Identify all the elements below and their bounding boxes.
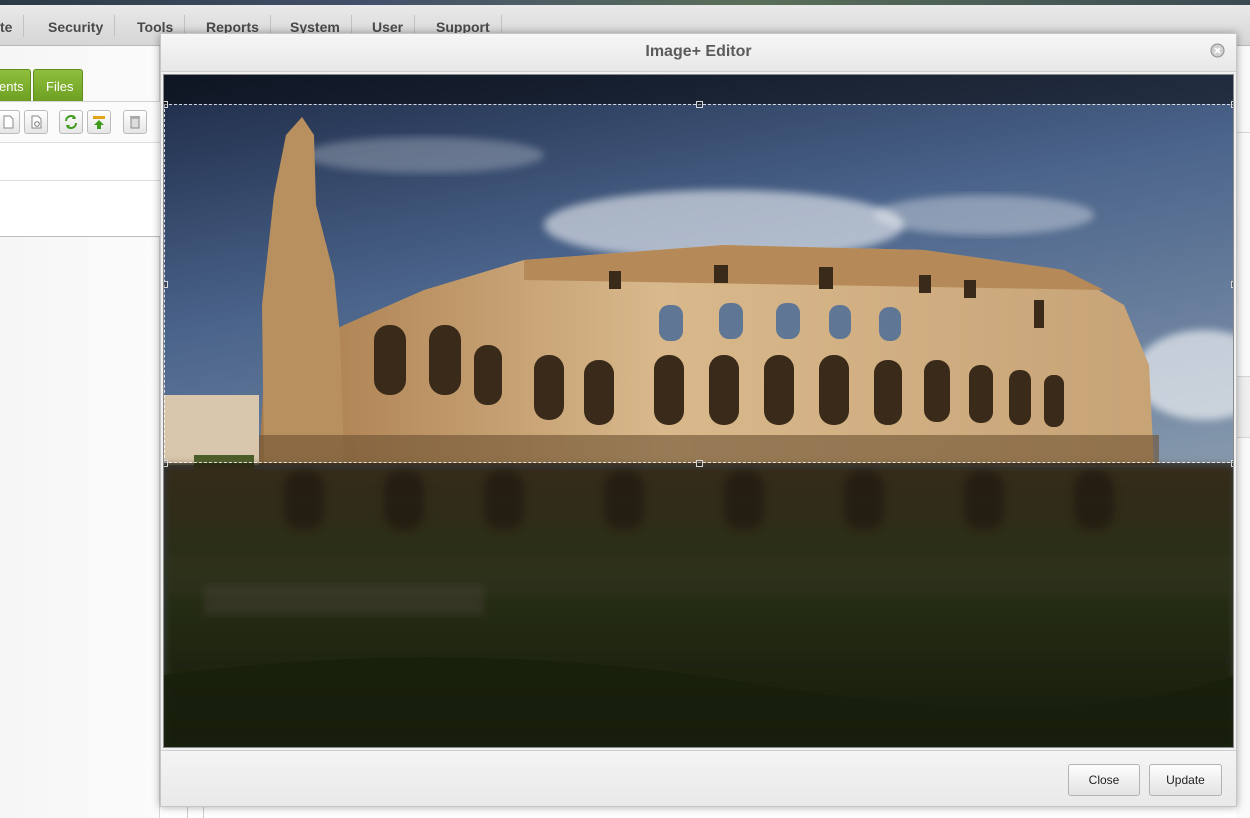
menu-item-security[interactable]: Security [36,5,116,46]
dialog-footer: Close Update [161,750,1236,806]
update-button[interactable]: Update [1149,764,1222,796]
file-tree [0,181,160,237]
menu-item-site[interactable]: te [0,5,25,46]
file-settings-button[interactable] [24,110,48,134]
image-editor-dialog: Image+ Editor Close Update [160,33,1237,807]
divider [1236,132,1250,133]
close-circle-icon[interactable] [1210,43,1225,58]
dialog-title: Image+ Editor [645,43,752,60]
crop-handle-bottom[interactable] [696,460,703,467]
tab-documents[interactable]: ents [0,69,31,101]
crop-handle-right[interactable] [1231,281,1233,288]
crop-handle-top[interactable] [696,101,703,108]
crop-selection[interactable] [164,104,1233,463]
crop-handle-bottom-left[interactable] [164,460,168,467]
crop-handle-left[interactable] [164,281,168,288]
crop-handle-bottom-right[interactable] [1231,460,1233,467]
new-file-button[interactable] [0,110,20,134]
refresh-icon [65,115,77,129]
crop-mask-top [164,75,1233,104]
divider [203,806,204,818]
background-field [1236,376,1250,438]
dialog-header[interactable]: Image+ Editor [161,34,1236,72]
image-crop-canvas[interactable] [163,74,1234,748]
trash-icon [130,116,140,129]
divider [187,806,188,818]
settings-file-icon [31,115,42,129]
crop-handle-top-left[interactable] [164,101,168,108]
crop-handle-top-right[interactable] [1231,101,1233,108]
delete-button[interactable] [123,110,147,134]
refresh-button[interactable] [59,110,83,134]
upload-button[interactable] [87,110,111,134]
new-file-icon [3,115,14,129]
tab-files[interactable]: Files [33,69,83,101]
path-field [0,143,160,181]
close-button[interactable]: Close [1068,764,1140,796]
upload-icon [93,116,105,129]
crop-mask-bottom [164,463,1233,747]
